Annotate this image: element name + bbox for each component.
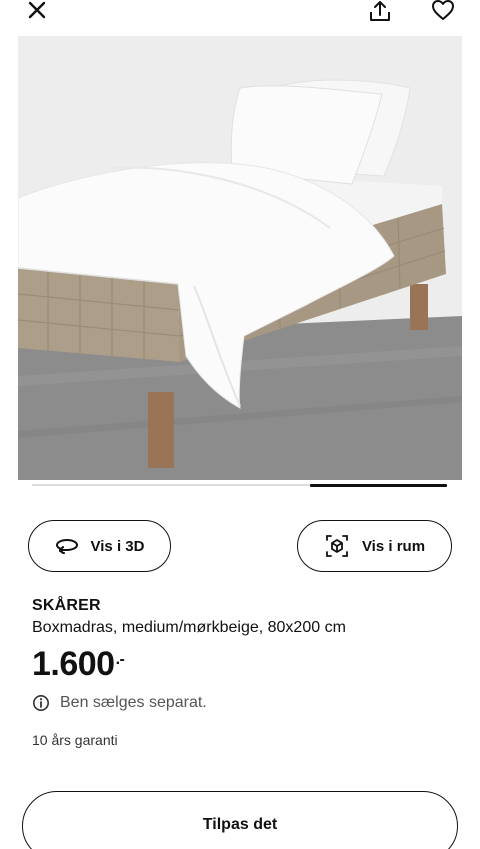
bed-product-photo — [18, 36, 462, 480]
close-button[interactable] — [22, 0, 52, 24]
share-button[interactable] — [364, 0, 396, 26]
favorite-button[interactable] — [428, 0, 458, 24]
view-in-room-button[interactable]: Vis i rum — [297, 520, 452, 572]
share-icon — [370, 1, 390, 21]
legs-notice-text: Ben sælges separat. — [60, 694, 207, 711]
info-icon — [33, 695, 49, 711]
view-in-3d-button[interactable]: Vis i 3D — [28, 520, 171, 572]
carousel-indicator — [32, 483, 447, 487]
price-suffix: .- — [115, 651, 125, 668]
close-icon — [28, 1, 46, 19]
product-description: Boxmadras, medium/mørkbeige, 80x200 cm — [32, 619, 346, 636]
heart-icon — [432, 0, 454, 20]
price-value: 1.600 — [32, 645, 115, 683]
ar-cube-icon — [326, 535, 348, 557]
customize-button-label: Tilpas det — [202, 816, 278, 833]
product-name: SKÅRER — [32, 597, 101, 614]
customize-button[interactable]: Tilpas det — [22, 791, 458, 849]
view-in-3d-label: Vis i 3D — [90, 537, 145, 555]
warranty-text: 10 års garanti — [32, 732, 118, 748]
legs-notice: Ben sælges separat. — [32, 694, 207, 712]
view-in-room-label: Vis i rum — [361, 537, 426, 555]
top-bar — [0, 0, 480, 30]
product-price: 1.600 .- — [32, 645, 125, 684]
rotate-3d-icon — [55, 539, 78, 554]
product-image[interactable] — [18, 36, 462, 480]
carousel-indicator-thumb — [310, 483, 447, 487]
